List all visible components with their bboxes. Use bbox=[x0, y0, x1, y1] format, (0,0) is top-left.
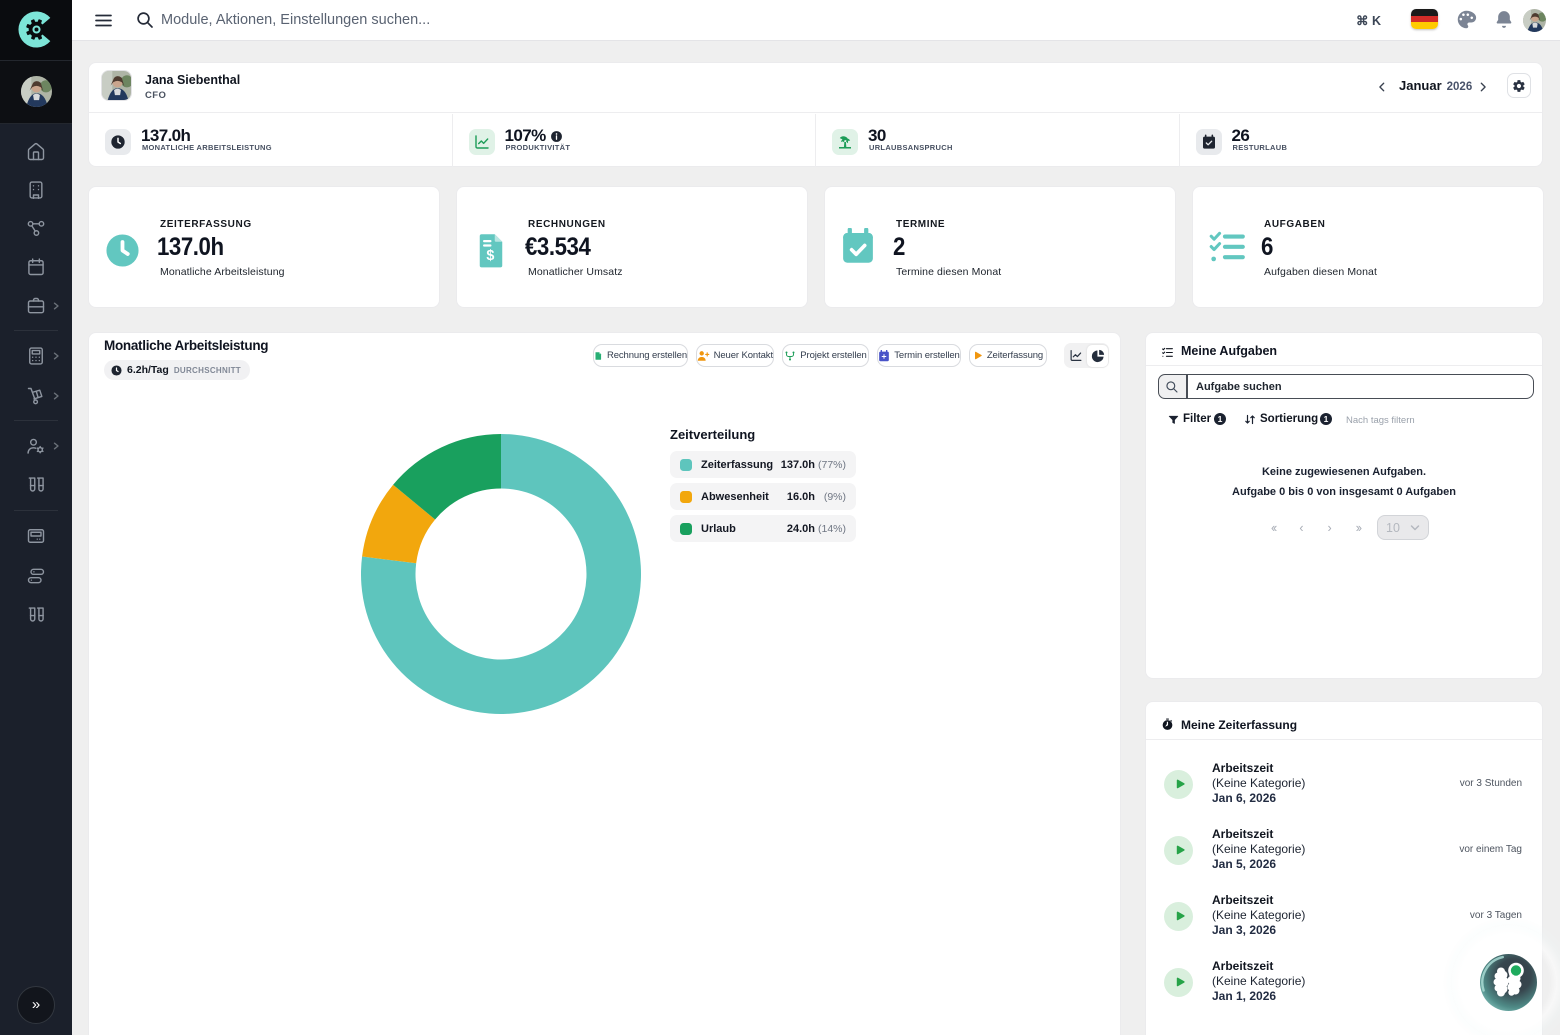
svg-text:$: $ bbox=[486, 248, 494, 264]
